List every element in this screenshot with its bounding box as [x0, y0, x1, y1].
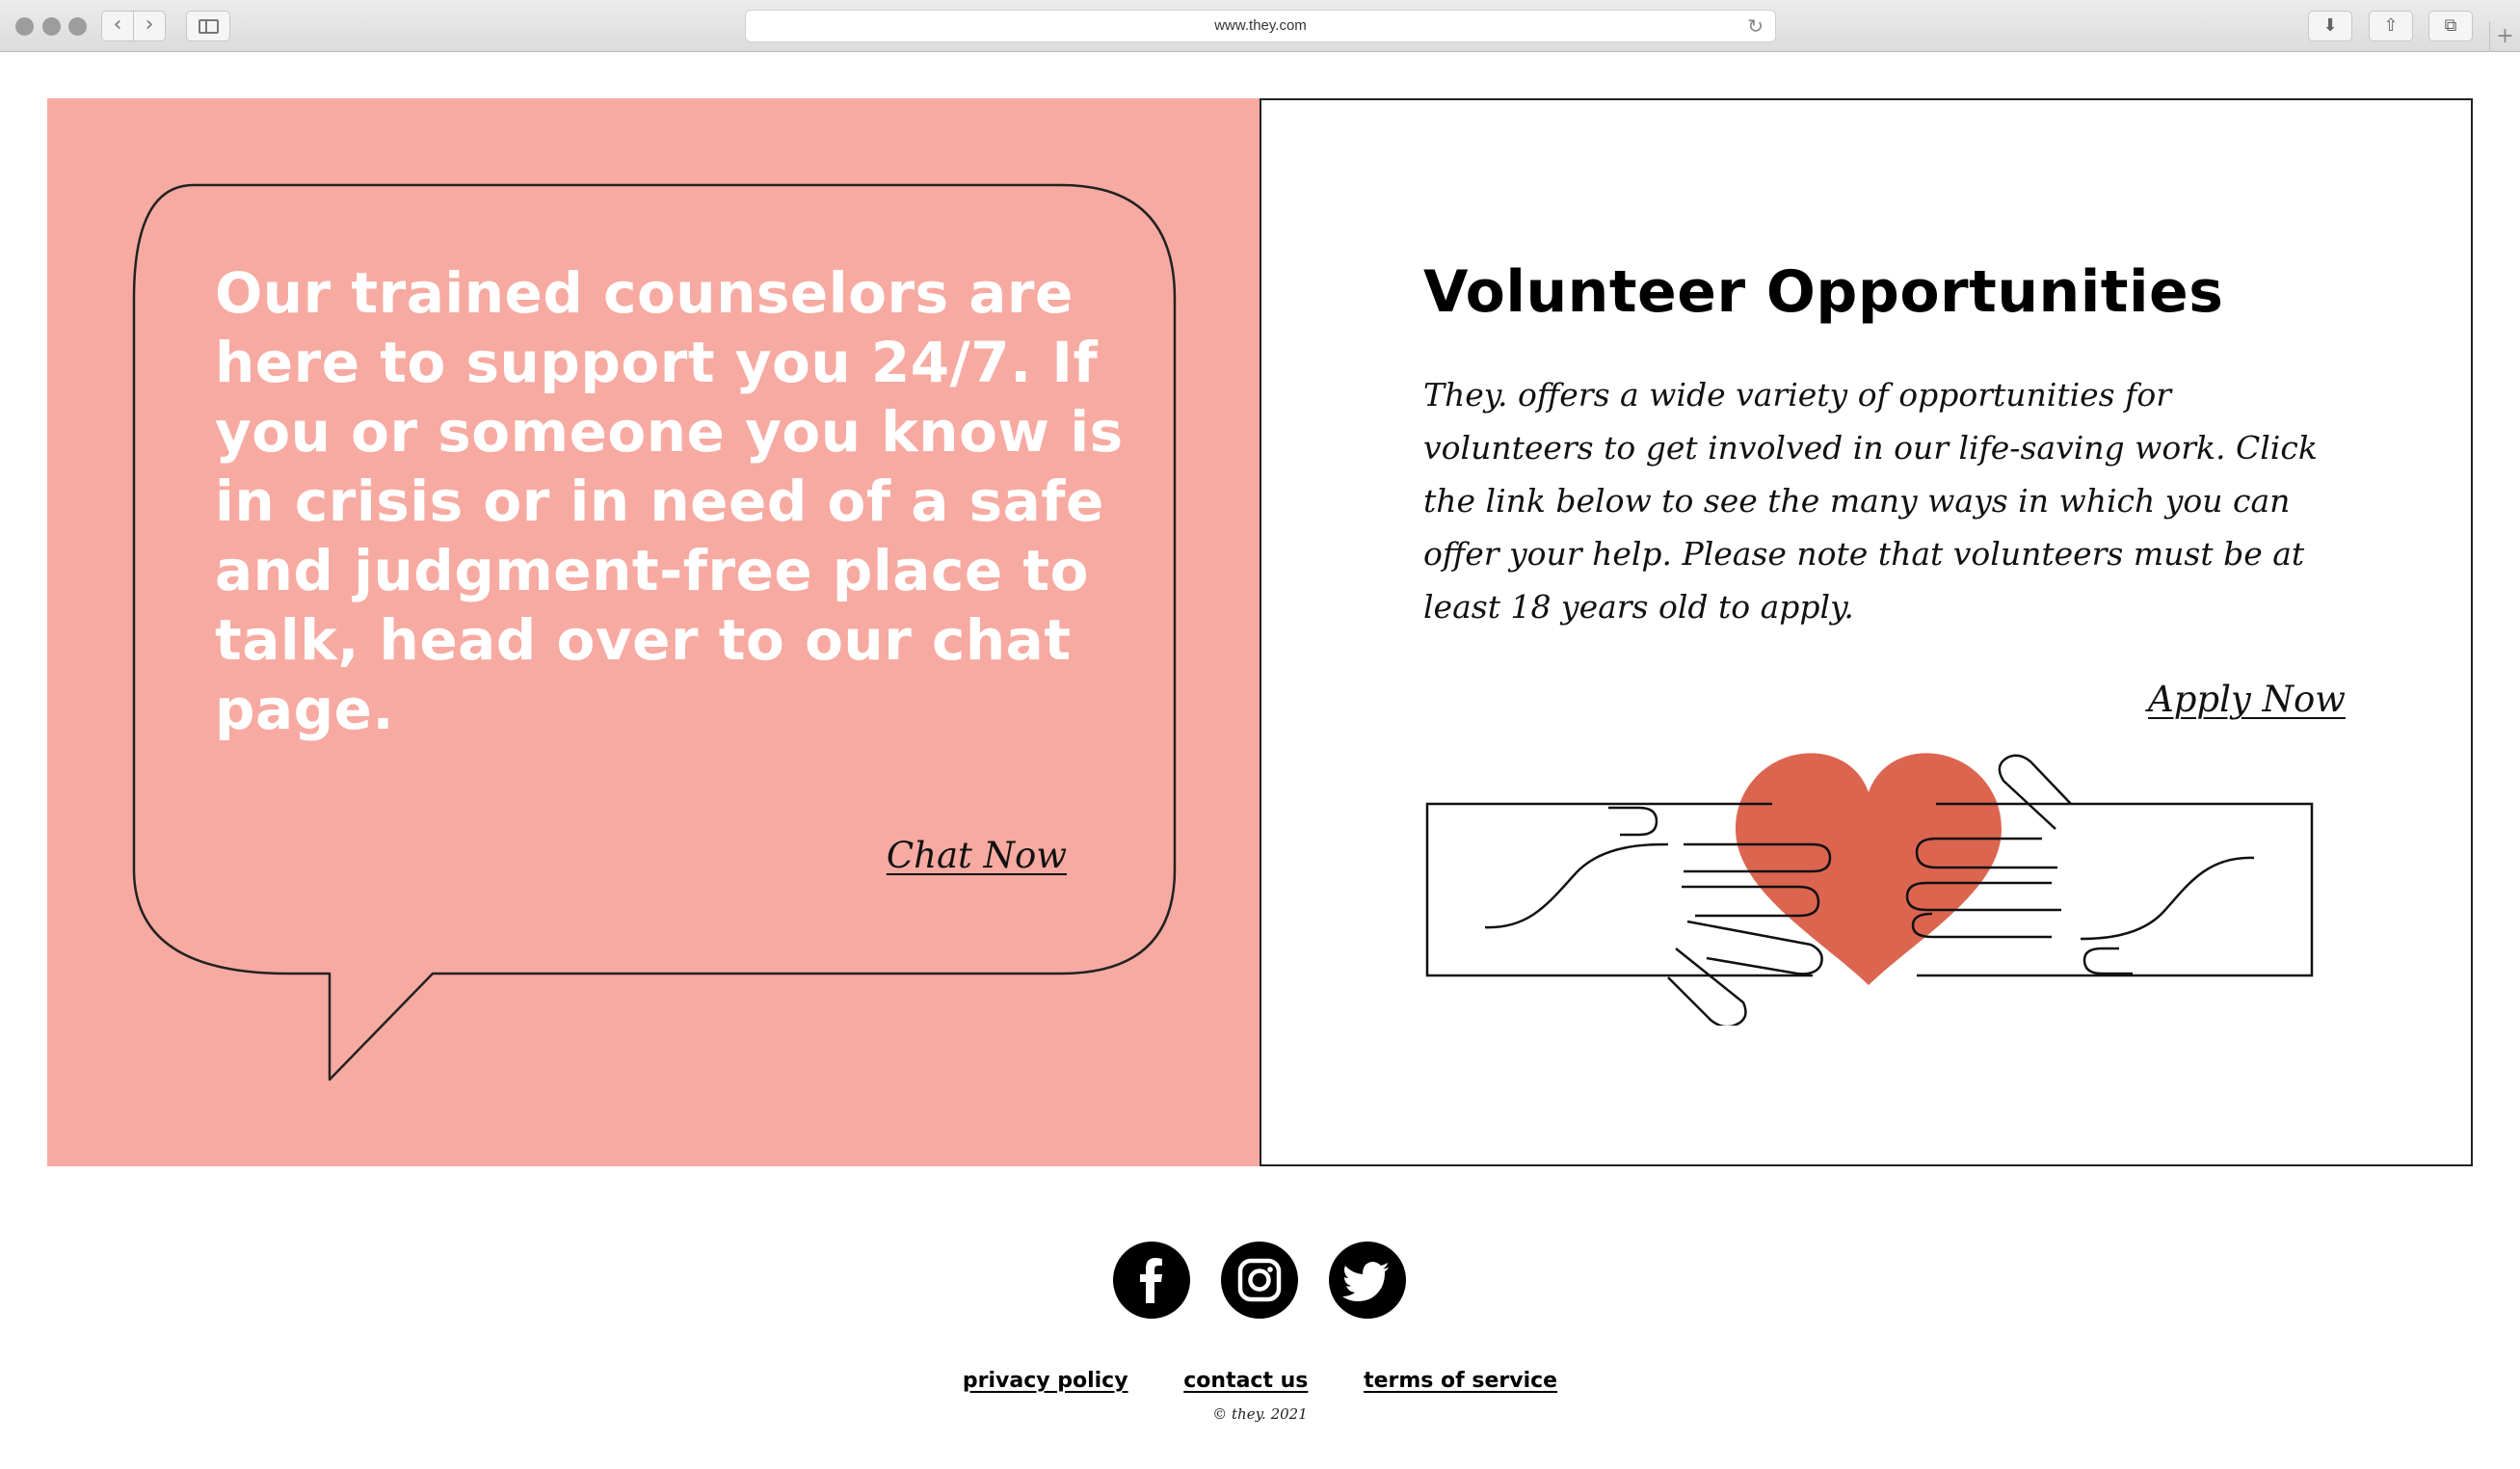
copyright-text: © they. 2021	[1212, 1405, 1308, 1423]
volunteer-title: Volunteer Opportunities	[1423, 258, 2224, 326]
contact-us-link[interactable]: contact us	[1183, 1369, 1308, 1393]
chat-message: Our trained counselors are here to suppo…	[215, 260, 1124, 742]
back-button[interactable]: ‹	[101, 11, 134, 41]
sidebar-toggle-button[interactable]	[186, 11, 230, 41]
share-button[interactable]: ⇧	[2369, 11, 2413, 41]
chat-now-link[interactable]: Chat Now	[887, 835, 1067, 876]
apply-now-link[interactable]: Apply Now	[2148, 679, 2346, 720]
tabs-overview-button[interactable]: ⧉	[2428, 11, 2473, 41]
twitter-icon[interactable]	[1329, 1242, 1406, 1319]
terms-of-service-link[interactable]: terms of service	[1364, 1369, 1557, 1393]
url-text: www.they.com	[1214, 17, 1307, 34]
chat-card: Our trained counselors are here to suppo…	[47, 98, 1260, 1166]
footer-links: privacy policy contact us terms of servi…	[0, 1369, 2520, 1393]
privacy-policy-link[interactable]: privacy policy	[963, 1369, 1128, 1393]
hands-holding-heart-icon	[1425, 753, 2314, 1026]
instagram-icon[interactable]	[1221, 1242, 1298, 1319]
reload-icon[interactable]: ↻	[1747, 11, 1764, 41]
address-bar[interactable]: www.they.com ↻	[745, 10, 1776, 42]
downloads-button[interactable]: ⬇	[2308, 11, 2352, 41]
new-tab-button[interactable]: +	[2489, 21, 2520, 52]
minimize-window-button[interactable]	[42, 17, 61, 36]
browser-toolbar: ‹ › www.they.com ↻ ⬇ ⇧ ⧉ +	[0, 0, 2520, 52]
volunteer-description: They. offers a wide variety of opportuni…	[1423, 376, 2318, 626]
sidebar-icon	[199, 19, 219, 34]
zoom-window-button[interactable]	[68, 17, 87, 36]
forward-button[interactable]: ›	[133, 11, 166, 41]
volunteer-card: Volunteer Opportunities They. offers a w…	[1260, 98, 2473, 1166]
facebook-icon[interactable]	[1113, 1242, 1190, 1319]
close-window-button[interactable]	[15, 17, 34, 36]
